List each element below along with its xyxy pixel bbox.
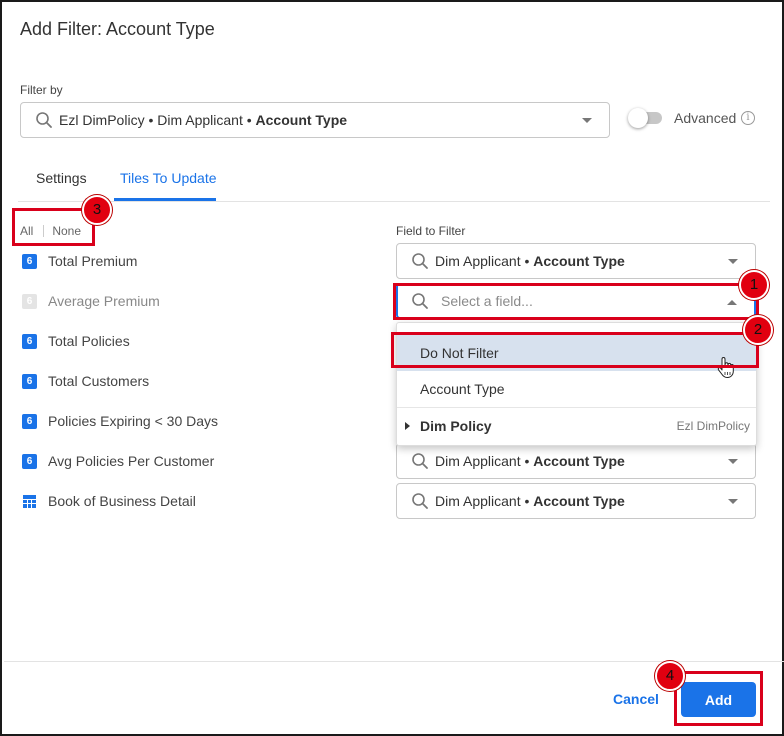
callout-box-4 [674,671,763,726]
table-tile-icon [22,494,37,509]
tile-label: Avg Policies Per Customer [48,453,215,469]
number-tile-icon: 6 [22,333,37,349]
tile-row[interactable]: 6 Total Customers [22,371,149,391]
number-tile-icon: 6 [22,293,37,309]
chevron-down-icon [582,118,592,123]
group-source: Ezl DimPolicy [676,418,750,433]
expand-arrow-icon[interactable] [405,421,410,430]
chevron-down-icon [728,499,738,504]
group-label: Dim Policy [420,417,492,434]
tab-tiles-to-update[interactable]: Tiles To Update [120,170,217,186]
callout-badge-1: 1 [739,270,769,300]
search-icon [412,253,428,269]
info-icon[interactable]: i [741,111,755,125]
number-tile-icon: 6 [22,453,37,469]
tile-row[interactable]: 6 Average Premium [22,291,160,311]
tile-row[interactable]: 6 Policies Expiring < 30 Days [22,411,218,431]
field-path: Dim Applicant • [435,453,534,469]
tile-label: Total Policies [48,333,130,349]
dropdown-group-dim-policy[interactable]: Dim Policy Ezl DimPolicy [397,407,756,443]
advanced-toggle[interactable] [628,108,664,128]
tile-label: Average Premium [48,293,160,309]
tile-row[interactable]: 6 Total Policies [22,331,130,351]
field-path: Dim Applicant • [435,493,534,509]
callout-badge-2: 2 [743,315,773,345]
filter-by-path: Ezl DimPolicy • Dim Applicant • [59,112,256,128]
field-select[interactable]: Dim Applicant • Account Type [396,443,756,479]
search-icon [412,453,428,469]
add-filter-dialog: Add Filter: Account Type Filter by Ezl D… [0,0,784,736]
tile-row[interactable]: 6 Avg Policies Per Customer [22,451,214,471]
tabs-divider [18,201,770,202]
filter-by-label: Filter by [20,83,63,97]
dropdown-option-account-type[interactable]: Account Type [397,371,756,407]
number-tile-icon: 6 [22,413,37,429]
tile-label: Policies Expiring < 30 Days [48,413,219,429]
cancel-button[interactable]: Cancel [613,691,659,707]
chevron-down-icon [728,259,738,264]
tile-label: Book of Business Detail [48,493,196,509]
field-name: Account Type [533,253,625,269]
field-path: Dim Applicant • [435,253,534,269]
field-to-filter-label: Field to Filter [396,224,466,238]
callout-box-2 [391,332,759,368]
search-icon [36,112,52,128]
field-select[interactable]: Dim Applicant • Account Type [396,483,756,519]
number-tile-icon: 6 [22,373,37,389]
filter-by-select[interactable]: Ezl DimPolicy • Dim Applicant • Account … [20,102,610,138]
option-label: Account Type [420,381,505,397]
tile-label: Total Premium [48,253,138,269]
field-name: Account Type [533,453,625,469]
callout-badge-3: 3 [82,195,112,225]
chevron-down-icon [728,459,738,464]
tile-label: Total Customers [48,373,150,389]
advanced-label: Advanced [674,110,737,126]
callout-badge-4: 4 [655,661,685,691]
tile-row[interactable]: Book of Business Detail [22,491,196,511]
filter-by-field: Account Type [255,112,348,128]
search-icon [412,493,428,509]
number-tile-icon: 6 [22,253,37,269]
field-select[interactable]: Dim Applicant • Account Type [396,243,756,279]
dialog-title: Add Filter: Account Type [20,19,215,39]
callout-box-1 [393,283,759,320]
tab-settings[interactable]: Settings [36,170,87,186]
tile-row[interactable]: 6 Total Premium [22,251,137,271]
field-name: Account Type [533,493,625,509]
